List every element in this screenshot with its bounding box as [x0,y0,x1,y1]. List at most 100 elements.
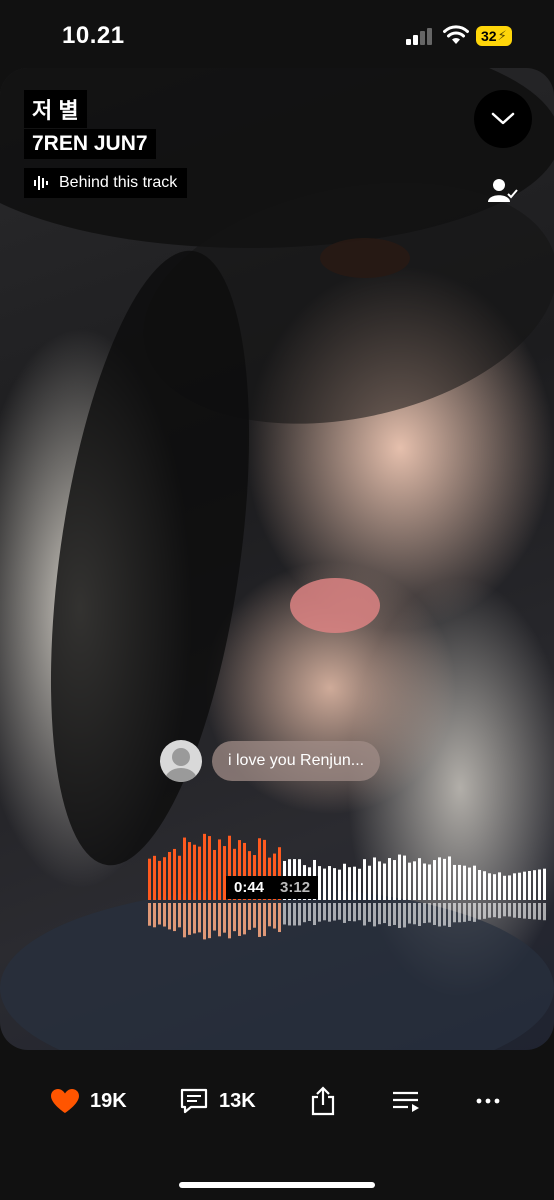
behind-this-track-button[interactable]: Behind this track [24,168,188,198]
waveform-reflection-bar [168,903,171,930]
track-artwork[interactable]: 저 별 7REN JUN7 Behind this track i love y… [0,68,554,1050]
waveform-reflection-bar [443,903,446,926]
waveform-reflection-bar [298,903,301,926]
status-bar: 10.21 32 ⚡ [0,0,554,68]
commenter-avatar[interactable] [160,740,202,782]
waveform-bar [193,844,196,900]
comment-bubble: i love you Renjun... [212,741,381,781]
waveform-bar [543,868,546,900]
collapse-player-button[interactable] [474,90,532,148]
artwork-shape [290,578,380,633]
waveform-bar [148,858,151,900]
waveform-reflection-bar [438,903,441,927]
waveform-bar [378,861,381,900]
waveform-reflection-bar [203,903,206,940]
waveform-bar [448,856,451,900]
timed-comment[interactable]: i love you Renjun... [160,740,381,782]
waveform-bar [423,863,426,900]
waveform-bar [363,859,366,900]
waveform-icon [34,176,48,190]
waveform-reflection-bar [193,903,196,934]
waveform-bar [403,855,406,900]
battery-icon: 32 ⚡ [476,26,512,46]
waveform-reflection-bar [218,903,221,937]
more-button[interactable] [476,1078,500,1124]
waveform-bar [388,858,391,900]
duration: 3:12 [280,879,311,896]
waveform-reflection-bar [158,903,161,925]
waveform-bar [533,870,536,900]
waveform-reflection-bar [463,903,466,922]
waveform-reflection-bar [173,903,176,932]
waveform-reflection-bar [398,903,401,928]
waveform-bar [518,872,521,900]
waveform-reflection-bar [253,903,256,928]
waveform-reflection-bar [343,903,346,923]
waveform-bar [523,871,526,900]
waveform-reflection-bar [513,903,516,918]
track-title[interactable]: 저 별 [24,90,87,128]
waveform-reflection-bar [518,903,521,919]
waveform-bar [513,873,516,900]
comments-button[interactable]: 13K [179,1078,256,1124]
waveform-bar [458,864,461,900]
waveform-bar [508,875,511,900]
waveform-bar [538,869,541,900]
waveform-bar [373,857,376,900]
waveform-bar [153,855,156,900]
waveform-bar [473,865,476,900]
waveform-reflection-bar [503,903,506,917]
waveform-bar [463,865,466,900]
waveform-reflection-bar [403,903,406,928]
waveform-bar [488,873,491,900]
share-button[interactable] [310,1078,336,1124]
follow-icon[interactable] [488,178,518,204]
waveform-reflection-bar [288,903,291,926]
waveform-reflection-bar [263,903,266,937]
queue-button[interactable] [392,1078,420,1124]
waveform-reflection-bar [178,903,181,928]
waveform-bar [168,851,171,900]
waveform-reflection-bar [243,903,246,935]
cellular-signal-icon [406,28,432,45]
like-button[interactable]: 19K [50,1078,127,1124]
waveform-reflection-bar [468,903,471,921]
share-icon [311,1086,335,1116]
waveform-bar [503,875,506,900]
waveform-bar [323,868,326,900]
waveform-bar [393,860,396,900]
waveform-reflection-bar [163,903,166,927]
waveform-reflection-bar [523,903,526,919]
waveform-reflection-bar [293,903,296,926]
waveform-bar [328,866,331,900]
comment-icon [180,1088,208,1114]
waveform-reflection-bar [208,903,211,939]
waveform-bar [418,858,421,900]
waveform-reflection-bar [528,903,531,919]
waveform-reflection-bar [183,903,186,938]
waveform-bar [528,870,531,900]
waveform-reflection-bar [308,903,311,921]
waveform-bar [213,849,216,900]
waveform-bar [443,858,446,900]
waveform-reflection-bar [458,903,461,923]
waveform-bar [158,860,161,900]
waveform-bar [498,872,501,900]
waveform-reflection-bar [198,903,201,933]
waveform-reflection-bar [433,903,436,925]
waveform-bar [368,865,371,900]
waveform-reflection-bar [303,903,306,923]
waveform-bar [353,866,356,900]
waveform-bar [428,864,431,900]
waveform-bar [203,833,206,900]
waveform-bar [338,869,341,900]
time-display: 0:44 3:12 [226,876,319,899]
battery-level: 32 [481,28,497,44]
waveform-reflection-bar [228,903,231,939]
waveform-bar [208,836,211,900]
track-artist[interactable]: 7REN JUN7 [24,129,156,159]
heart-icon [51,1089,79,1113]
waveform-reflection-bar [283,903,286,925]
waveform-reflection-bar [273,903,276,929]
artwork-shape [320,238,410,278]
